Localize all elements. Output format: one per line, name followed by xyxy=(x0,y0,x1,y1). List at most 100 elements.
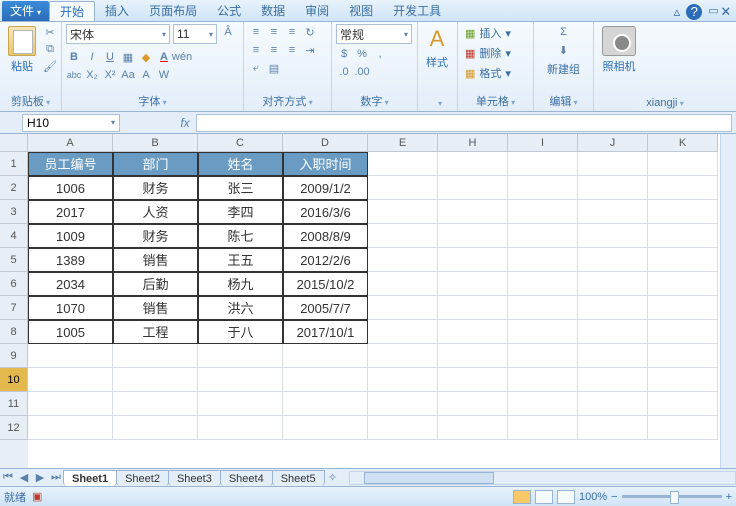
number-format-select[interactable]: 常规▾ xyxy=(336,24,412,44)
ribbon-tab-4[interactable]: 数据 xyxy=(251,1,295,21)
align-left-icon[interactable]: ≡ xyxy=(248,42,264,58)
cell-A9[interactable] xyxy=(28,344,113,368)
page-break-view-button[interactable] xyxy=(557,490,575,504)
cell-K12[interactable] xyxy=(648,416,718,440)
cell-D12[interactable] xyxy=(283,416,368,440)
cell-A10[interactable] xyxy=(28,368,113,392)
cell-C7[interactable]: 洪六 xyxy=(198,296,283,320)
wrap-icon[interactable]: ⤶ xyxy=(248,60,264,76)
vertical-scrollbar[interactable] xyxy=(720,134,736,468)
sheet-tab-Sheet4[interactable]: Sheet4 xyxy=(220,470,273,486)
ribbon-minimize-icon[interactable]: ▵ xyxy=(674,4,681,20)
cell-D11[interactable] xyxy=(283,392,368,416)
case-button[interactable]: Aa xyxy=(120,67,136,83)
cell-E7[interactable] xyxy=(368,296,438,320)
cell-I10[interactable] xyxy=(508,368,578,392)
col-header-I[interactable]: I xyxy=(508,134,578,152)
currency-icon[interactable]: $ xyxy=(336,46,352,62)
row-header-10[interactable]: 10 xyxy=(0,368,28,392)
cell-J12[interactable] xyxy=(578,416,648,440)
cell-C12[interactable] xyxy=(198,416,283,440)
align-top-icon[interactable]: ≡ xyxy=(248,24,264,40)
cell-B10[interactable] xyxy=(113,368,198,392)
cell-K3[interactable] xyxy=(648,200,718,224)
cell-H8[interactable] xyxy=(438,320,508,344)
file-tab[interactable]: 文件 xyxy=(2,1,49,21)
cell-C4[interactable]: 陈七 xyxy=(198,224,283,248)
cell-B5[interactable]: 销售 xyxy=(113,248,198,272)
cell-E5[interactable] xyxy=(368,248,438,272)
cut-icon[interactable]: ✂ xyxy=(42,24,58,40)
font-color-icon[interactable]: A xyxy=(156,49,172,65)
cell-C11[interactable] xyxy=(198,392,283,416)
cell-J5[interactable] xyxy=(578,248,648,272)
paste-button[interactable]: 粘贴 xyxy=(4,24,40,76)
row-header-8[interactable]: 8 xyxy=(0,320,28,344)
cell-D6[interactable]: 2015/10/2 xyxy=(283,272,368,296)
cell-I6[interactable] xyxy=(508,272,578,296)
row-header-6[interactable]: 6 xyxy=(0,272,28,296)
cell-A12[interactable] xyxy=(28,416,113,440)
insert-cells-button[interactable]: ▦插入 ▾ xyxy=(462,24,514,42)
cell-J10[interactable] xyxy=(578,368,648,392)
zoom-in-button[interactable]: + xyxy=(726,491,732,503)
cell-D4[interactable]: 2008/8/9 xyxy=(283,224,368,248)
cell-A8[interactable]: 1005 xyxy=(28,320,113,344)
percent-icon[interactable]: % xyxy=(354,46,370,62)
orientation-icon[interactable]: ↻ xyxy=(302,24,318,40)
align-mid-icon[interactable]: ≡ xyxy=(266,24,282,40)
cell-B3[interactable]: 人资 xyxy=(113,200,198,224)
sheet-tab-Sheet3[interactable]: Sheet3 xyxy=(168,470,221,486)
cell-D9[interactable] xyxy=(283,344,368,368)
bold-button[interactable]: B xyxy=(66,49,82,65)
border-icon[interactable]: ▦ xyxy=(120,49,136,65)
cell-D10[interactable] xyxy=(283,368,368,392)
copy-icon[interactable]: ⧉ xyxy=(42,41,58,57)
indent-icon[interactable]: ⇥ xyxy=(302,42,318,58)
row-header-1[interactable]: 1 xyxy=(0,152,28,176)
cell-A2[interactable]: 1006 xyxy=(28,176,113,200)
cell-J9[interactable] xyxy=(578,344,648,368)
cell-E10[interactable] xyxy=(368,368,438,392)
cell-J3[interactable] xyxy=(578,200,648,224)
ribbon-tab-1[interactable]: 插入 xyxy=(95,1,139,21)
cell-J7[interactable] xyxy=(578,296,648,320)
ribbon-tab-5[interactable]: 审阅 xyxy=(295,1,339,21)
cell-C9[interactable] xyxy=(198,344,283,368)
merge-icon[interactable]: ▤ xyxy=(266,60,282,76)
cell-C8[interactable]: 于八 xyxy=(198,320,283,344)
cell-J2[interactable] xyxy=(578,176,648,200)
delete-cells-button[interactable]: ▦删除 ▾ xyxy=(462,44,514,62)
ribbon-tab-2[interactable]: 页面布局 xyxy=(139,1,207,21)
row-header-9[interactable]: 9 xyxy=(0,344,28,368)
cell-H9[interactable] xyxy=(438,344,508,368)
cell-H10[interactable] xyxy=(438,368,508,392)
col-header-K[interactable]: K xyxy=(648,134,718,152)
cell-C10[interactable] xyxy=(198,368,283,392)
col-header-B[interactable]: B xyxy=(113,134,198,152)
cell-I2[interactable] xyxy=(508,176,578,200)
cell-I3[interactable] xyxy=(508,200,578,224)
cell-H2[interactable] xyxy=(438,176,508,200)
cell-B4[interactable]: 财务 xyxy=(113,224,198,248)
align-center-icon[interactable]: ≡ xyxy=(266,42,282,58)
cell-C6[interactable]: 杨九 xyxy=(198,272,283,296)
cell-B7[interactable]: 销售 xyxy=(113,296,198,320)
dec-dec-icon[interactable]: .00 xyxy=(354,64,370,80)
cell-J6[interactable] xyxy=(578,272,648,296)
row-header-7[interactable]: 7 xyxy=(0,296,28,320)
cell-E6[interactable] xyxy=(368,272,438,296)
row-header-11[interactable]: 11 xyxy=(0,392,28,416)
ribbon-tab-3[interactable]: 公式 xyxy=(207,1,251,21)
font-size-select[interactable]: 11▾ xyxy=(173,24,217,44)
cell-J4[interactable] xyxy=(578,224,648,248)
name-box[interactable]: H10▾ xyxy=(22,114,120,132)
align-bot-icon[interactable]: ≡ xyxy=(284,24,300,40)
col-header-A[interactable]: A xyxy=(28,134,113,152)
sub-button[interactable]: X₂ xyxy=(84,67,100,83)
zoom-slider[interactable] xyxy=(622,495,722,498)
sheet-tab-Sheet1[interactable]: Sheet1 xyxy=(63,470,117,486)
cell-J8[interactable] xyxy=(578,320,648,344)
cell-H3[interactable] xyxy=(438,200,508,224)
cell-C3[interactable]: 李四 xyxy=(198,200,283,224)
